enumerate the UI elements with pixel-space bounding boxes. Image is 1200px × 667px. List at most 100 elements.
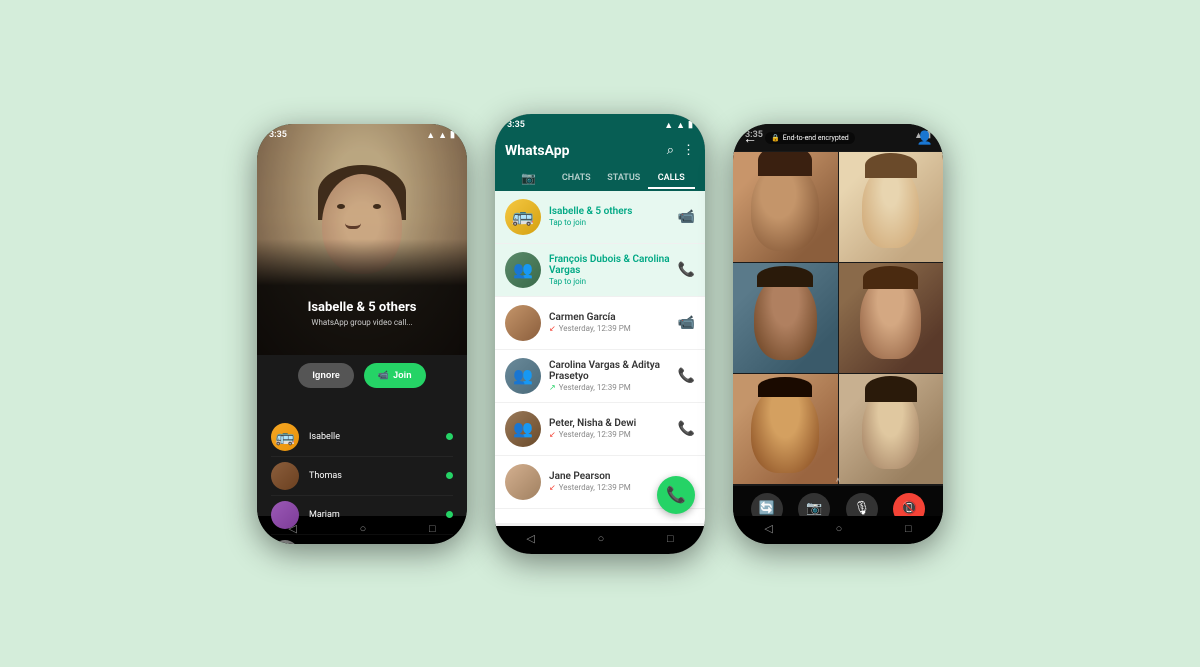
list-item[interactable]: 👥 Peter, Nisha & Dewi ↙ Yesterday, 12:39… xyxy=(495,403,705,456)
avatar xyxy=(271,462,299,490)
call-contact-name: François Dubois & Carolina Vargas xyxy=(549,254,678,276)
avatar xyxy=(505,305,541,341)
list-item[interactable]: 👥 François Dubois & Carolina Vargas Tap … xyxy=(495,244,705,297)
video-cell-5 xyxy=(733,374,838,484)
list-item: Mariam xyxy=(271,496,453,535)
wifi-icon: ▲ xyxy=(438,130,447,141)
outgoing-arrow: ↗ xyxy=(549,383,556,392)
tab-chats[interactable]: CHATS xyxy=(553,165,601,189)
avatar: 👥 xyxy=(505,358,541,394)
join-button[interactable]: 📹 Join xyxy=(364,363,426,388)
participant-name: Mariam xyxy=(309,510,446,520)
add-participant-button[interactable]: 👤 xyxy=(917,131,933,146)
encryption-badge: 🔒 End-to-end encrypted xyxy=(765,132,855,144)
video-call-icon[interactable]: 📹 xyxy=(678,209,695,225)
avatar xyxy=(505,464,541,500)
encrypted-text: End-to-end encrypted xyxy=(783,134,849,142)
video-cell-4 xyxy=(839,263,944,373)
video-person-1 xyxy=(733,152,838,262)
video-cell-1 xyxy=(733,152,838,262)
battery-icon: ▮ xyxy=(688,120,693,130)
call-info: Isabelle & 5 others WhatsApp group video… xyxy=(257,300,467,327)
more-menu-icon[interactable]: ⋮ xyxy=(682,143,695,158)
online-indicator xyxy=(446,511,453,518)
phone-right: 3:35 ▲ ▮ ← 🔒 End-to-end encrypted 👤 xyxy=(733,124,943,544)
lock-icon: 🔒 xyxy=(771,134,780,142)
video-person-5 xyxy=(733,374,838,484)
call-subtitle: ↙ Yesterday, 12:39 PM xyxy=(549,430,678,439)
battery-icon: ▮ xyxy=(450,130,455,140)
tab-camera[interactable]: 📷 xyxy=(505,163,553,191)
call-info: Carolina Vargas & Aditya Prasetyo ↗ Yest… xyxy=(549,360,678,392)
status-bar-center: 3:35 ▲ ▲ ▮ xyxy=(495,114,705,135)
missed-arrow: ↙ xyxy=(549,483,556,492)
participants-list: 🚌 Isabelle Thomas Mariam François ••• xyxy=(257,418,467,544)
call-contact-name: Peter, Nisha & Dewi xyxy=(549,418,678,429)
status-bar-left: 3:35 ▲ ▲ ▮ xyxy=(257,124,467,145)
home-nav-icon[interactable]: ○ xyxy=(598,532,605,545)
avatar: 👥 xyxy=(505,252,541,288)
phone-nav-right: ◁ ○ □ xyxy=(733,516,943,544)
search-icon[interactable]: ⌕ xyxy=(667,143,674,158)
recent-nav-icon[interactable]: □ xyxy=(905,522,912,535)
avatar xyxy=(271,501,299,529)
video-icon: 📹 xyxy=(378,370,389,381)
call-subtitle: WhatsApp group video call... xyxy=(257,318,467,327)
video-cell-2 xyxy=(839,152,944,262)
video-person-3 xyxy=(733,263,838,373)
list-item[interactable]: Carmen García ↙ Yesterday, 12:39 PM 📹 xyxy=(495,297,705,350)
back-nav-icon[interactable]: ◁ xyxy=(764,522,772,535)
video-cell-3 xyxy=(733,263,838,373)
back-button[interactable]: ← xyxy=(743,130,757,147)
new-call-fab[interactable]: 📞 xyxy=(657,476,695,514)
phone-call-icon[interactable]: 📞 xyxy=(678,421,695,437)
list-item[interactable]: 👥 Carolina Vargas & Aditya Prasetyo ↗ Ye… xyxy=(495,350,705,403)
ignore-button[interactable]: Ignore xyxy=(298,363,354,388)
online-indicator xyxy=(446,433,453,440)
phone-nav-center: ◁ ○ □ xyxy=(495,526,705,554)
whatsapp-header: WhatsApp ⌕ ⋮ 📷 CHATS STATUS CALLS xyxy=(495,135,705,191)
video-cell-6 xyxy=(839,374,944,484)
list-item: François ••• xyxy=(271,535,453,544)
back-nav-icon[interactable]: ◁ xyxy=(526,532,534,545)
call-contact-name: Isabelle & 5 others xyxy=(549,206,678,217)
end-call-icon: 📵 xyxy=(901,501,917,516)
wifi-icon: ▲ xyxy=(676,120,685,131)
avatar: 👥 xyxy=(505,411,541,447)
list-item: Thomas xyxy=(271,457,453,496)
video-person-4 xyxy=(839,263,944,373)
call-info: Carmen García ↙ Yesterday, 12:39 PM xyxy=(549,312,678,333)
phone-call-icon[interactable]: 📞 xyxy=(678,368,695,384)
camera-flip-icon: 🔄 xyxy=(759,501,775,516)
missed-arrow: ↙ xyxy=(549,430,556,439)
calls-list: 🚌 Isabelle & 5 others Tap to join 📹 👥 Fr… xyxy=(495,191,705,523)
recent-nav-icon[interactable]: □ xyxy=(667,532,674,545)
phone-call-icon[interactable]: 📞 xyxy=(678,262,695,278)
tab-calls[interactable]: CALLS xyxy=(648,165,696,189)
home-nav-icon[interactable]: ○ xyxy=(836,522,843,535)
app-title: WhatsApp xyxy=(505,143,569,159)
call-info: Isabelle & 5 others Tap to join xyxy=(549,206,678,227)
tab-status[interactable]: STATUS xyxy=(600,165,648,189)
video-call-icon[interactable]: 📹 xyxy=(678,315,695,331)
avatar: 🚌 xyxy=(271,423,299,451)
call-contact-name: Carmen García xyxy=(549,312,678,323)
call-info: François Dubois & Carolina Vargas Tap to… xyxy=(549,254,678,286)
header-title-bar: WhatsApp ⌕ ⋮ xyxy=(505,135,695,163)
list-item[interactable]: 🚌 Isabelle & 5 others Tap to join 📹 xyxy=(495,191,705,244)
mic-off-icon: 🎙 xyxy=(853,501,870,516)
video-person-2 xyxy=(839,152,944,262)
header-icons: ⌕ ⋮ xyxy=(667,143,695,158)
tab-bar: 📷 CHATS STATUS CALLS xyxy=(505,163,695,191)
add-call-icon: 📞 xyxy=(666,485,686,504)
video-off-icon: 📷 xyxy=(806,501,822,516)
participant-name: Isabelle xyxy=(309,432,446,442)
call-info: Peter, Nisha & Dewi ↙ Yesterday, 12:39 P… xyxy=(549,418,678,439)
phone-left: 3:35 ▲ ▲ ▮ Isabelle & 5 others xyxy=(257,124,467,544)
call-subtitle: ↙ Yesterday, 12:39 PM xyxy=(549,324,678,333)
call-subtitle: Tap to join xyxy=(549,277,678,286)
online-indicator xyxy=(446,472,453,479)
call-contact-name: Carolina Vargas & Aditya Prasetyo xyxy=(549,360,678,382)
participant-name: Thomas xyxy=(309,471,446,481)
video-person-6 xyxy=(839,374,944,484)
